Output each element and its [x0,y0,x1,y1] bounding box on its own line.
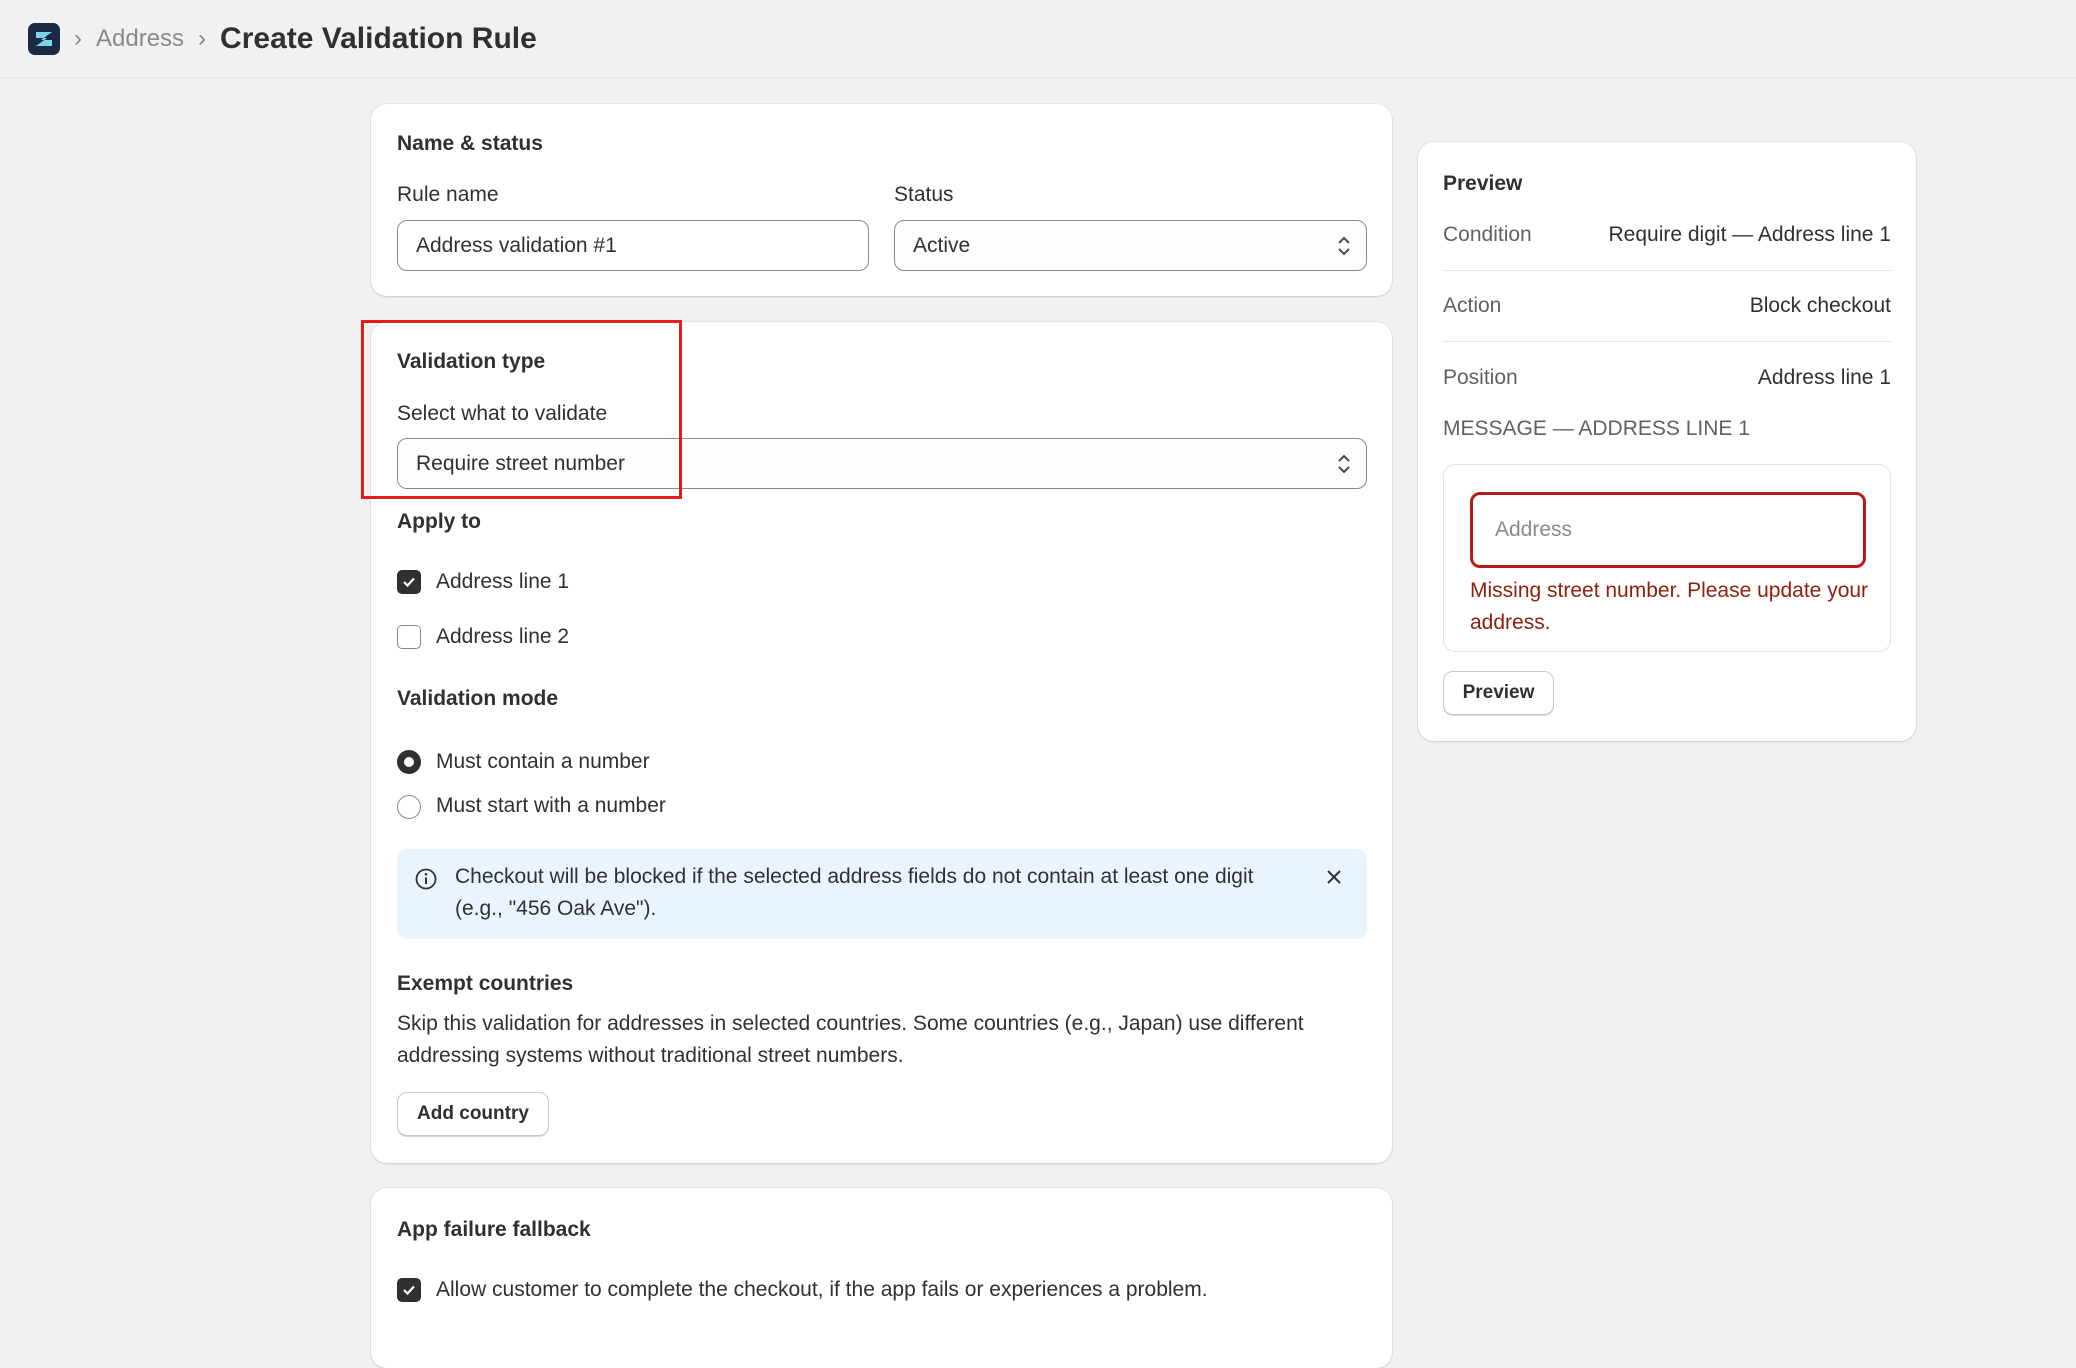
address-line-2-label[interactable]: Address line 2 [436,625,569,649]
rule-name-value: Address validation #1 [416,233,617,257]
preview-address-input[interactable]: Address [1470,492,1866,568]
preview-button[interactable]: Preview [1443,671,1554,715]
status-value: Active [913,233,971,257]
name-status-card: Name & status Rule name Address validati… [371,104,1392,296]
preview-message-heading: MESSAGE — ADDRESS LINE 1 [1443,417,1750,440]
apply-to-title: Apply to [397,510,481,533]
preview-action-value: Block checkout [1749,294,1891,317]
fallback-card: App failure fallback Allow customer to c… [371,1188,1392,1368]
divider [1443,270,1891,271]
card-title: Name & status [397,132,543,155]
info-banner: Checkout will be blocked if the selected… [397,849,1367,939]
preview-message-box: Address Missing street number. Please up… [1443,464,1891,652]
exempt-countries-description: Skip this validation for addresses in se… [397,1012,1304,1067]
fallback-checkbox[interactable] [397,1278,421,1302]
add-country-button[interactable]: Add country [397,1092,549,1136]
address-line-2-checkbox[interactable] [397,625,421,649]
app-logo-icon[interactable] [28,22,60,55]
close-icon[interactable] [1324,867,1344,887]
must-contain-number-label[interactable]: Must contain a number [436,750,650,774]
preview-address-placeholder: Address [1495,518,1573,541]
page-title: Create Validation Rule [220,21,537,55]
highlight-annotation-box [361,320,682,499]
preview-title: Preview [1443,172,1523,195]
address-line-1-checkbox[interactable] [397,570,421,594]
card-title: App failure fallback [397,1218,591,1241]
info-banner-text: Checkout will be blocked if the selected… [455,865,1254,920]
breadcrumb-parent-link[interactable]: Address [96,25,184,53]
rule-name-input[interactable]: Address validation #1 [397,220,869,271]
must-contain-number-radio[interactable] [397,750,421,774]
chevron-right-icon: › [74,24,82,52]
address-line-1-label[interactable]: Address line 1 [436,570,569,594]
info-icon [415,868,437,890]
breadcrumb: › Address › Create Validation Rule [0,0,2076,78]
preview-action-key: Action [1443,294,1502,317]
select-arrows-icon [1338,236,1350,256]
preview-position-value: Address line 1 [1757,366,1891,389]
divider [1443,341,1891,342]
preview-condition-key: Condition [1443,223,1532,246]
status-select[interactable]: Active [894,220,1367,271]
preview-card: Preview Condition Require digit — Addres… [1418,142,1916,741]
chevron-right-icon: › [198,24,207,52]
preview-condition-value: Require digit — Address line 1 [1608,223,1892,246]
rule-name-label: Rule name [397,183,499,206]
validation-mode-title: Validation mode [397,687,559,710]
checkmark-icon [403,1285,415,1296]
checkmark-icon [403,577,415,588]
preview-error-text: Missing street number. Please update you… [1470,579,1869,634]
status-label: Status [894,183,954,206]
must-start-number-label[interactable]: Must start with a number [436,794,666,818]
preview-position-key: Position [1443,366,1518,389]
fallback-checkbox-label[interactable]: Allow customer to complete the checkout,… [436,1278,1208,1302]
select-arrows-icon [1338,454,1350,474]
exempt-countries-title: Exempt countries [397,972,574,995]
must-start-number-radio[interactable] [397,795,421,819]
